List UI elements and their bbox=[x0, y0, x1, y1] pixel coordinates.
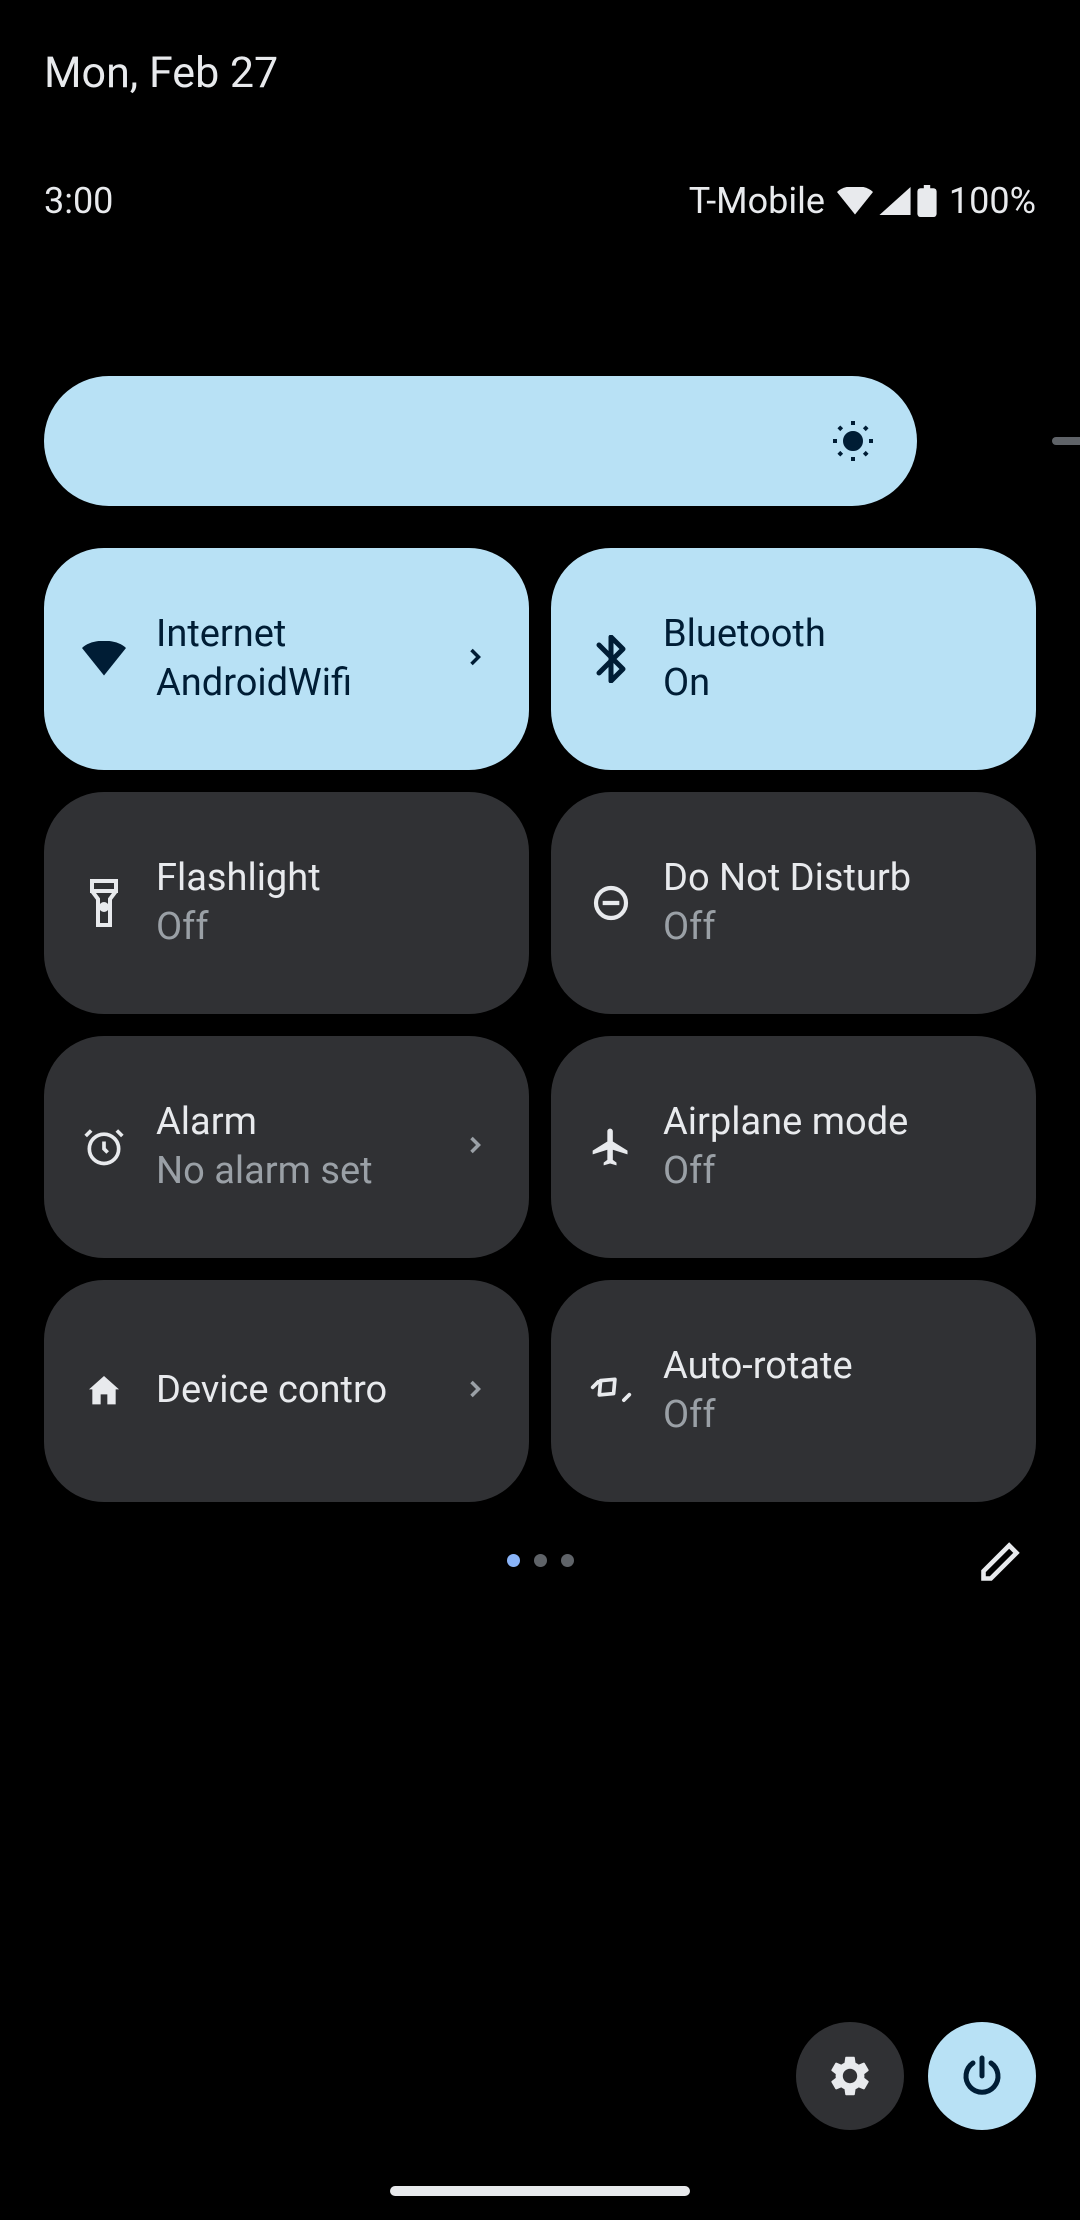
chevron-right-icon[interactable] bbox=[461, 643, 493, 675]
status-icons bbox=[837, 185, 937, 217]
tile-subtitle: Off bbox=[156, 903, 493, 952]
tile-title: Do Not Disturb bbox=[663, 854, 1000, 903]
flashlight-icon bbox=[80, 879, 128, 927]
tile-subtitle: Off bbox=[663, 903, 1000, 952]
battery-percentage: 100% bbox=[949, 180, 1036, 222]
power-button[interactable] bbox=[928, 2022, 1036, 2130]
auto-rotate-icon bbox=[587, 1367, 635, 1415]
brightness-track bbox=[1052, 437, 1080, 445]
tile-device-controls[interactable]: Device contro bbox=[44, 1280, 529, 1502]
carrier-label: T-Mobile bbox=[689, 180, 825, 222]
tile-subtitle: AndroidWifi bbox=[156, 659, 433, 708]
tile-subtitle: Off bbox=[663, 1391, 1000, 1440]
brightness-icon bbox=[829, 417, 877, 465]
tiles-grid: Internet AndroidWifi Bluetooth On Flashl… bbox=[44, 548, 1036, 1502]
tile-internet[interactable]: Internet AndroidWifi bbox=[44, 548, 529, 770]
home-icon bbox=[80, 1367, 128, 1415]
brightness-slider[interactable] bbox=[44, 376, 917, 506]
bluetooth-icon bbox=[587, 635, 635, 683]
chevron-right-icon[interactable] bbox=[461, 1131, 493, 1163]
alarm-icon bbox=[80, 1123, 128, 1171]
tile-flashlight[interactable]: Flashlight Off bbox=[44, 792, 529, 1014]
pencil-icon bbox=[978, 1540, 1022, 1584]
settings-button[interactable] bbox=[796, 2022, 904, 2130]
gear-icon bbox=[826, 2052, 874, 2100]
status-right: T-Mobile 100% bbox=[689, 180, 1036, 222]
tile-title: Flashlight bbox=[156, 854, 493, 903]
battery-icon bbox=[917, 185, 937, 217]
page-dot[interactable] bbox=[561, 1554, 574, 1567]
tile-subtitle: Off bbox=[663, 1147, 1000, 1196]
edit-tiles-button[interactable] bbox=[972, 1534, 1028, 1590]
tile-bluetooth[interactable]: Bluetooth On bbox=[551, 548, 1036, 770]
status-bar: 3:00 T-Mobile 100% bbox=[0, 180, 1080, 222]
tile-title: Auto-rotate bbox=[663, 1342, 1000, 1391]
page-dot[interactable] bbox=[534, 1554, 547, 1567]
wifi-icon bbox=[837, 187, 873, 215]
bottom-actions bbox=[796, 2022, 1036, 2130]
chevron-right-icon[interactable] bbox=[461, 1375, 493, 1407]
tile-title: Airplane mode bbox=[663, 1098, 1000, 1147]
status-time: 3:00 bbox=[44, 180, 113, 222]
power-icon bbox=[958, 2052, 1006, 2100]
date-header: Mon, Feb 27 bbox=[44, 48, 278, 98]
signal-icon bbox=[879, 187, 911, 215]
wifi-icon bbox=[80, 635, 128, 683]
tile-airplane[interactable]: Airplane mode Off bbox=[551, 1036, 1036, 1258]
tile-title: Alarm bbox=[156, 1098, 433, 1147]
dnd-icon bbox=[587, 879, 635, 927]
brightness-row bbox=[44, 376, 1036, 506]
tile-auto-rotate[interactable]: Auto-rotate Off bbox=[551, 1280, 1036, 1502]
tile-subtitle: On bbox=[663, 659, 1000, 708]
pagination-dots bbox=[0, 1554, 1080, 1567]
navigation-handle[interactable] bbox=[390, 2186, 690, 2196]
tile-title: Internet bbox=[156, 610, 433, 659]
airplane-icon bbox=[587, 1123, 635, 1171]
tile-alarm[interactable]: Alarm No alarm set bbox=[44, 1036, 529, 1258]
tile-title: Bluetooth bbox=[663, 610, 1000, 659]
page-dot[interactable] bbox=[507, 1554, 520, 1567]
tile-title: Device contro bbox=[156, 1366, 433, 1415]
tile-dnd[interactable]: Do Not Disturb Off bbox=[551, 792, 1036, 1014]
tile-subtitle: No alarm set bbox=[156, 1147, 433, 1196]
